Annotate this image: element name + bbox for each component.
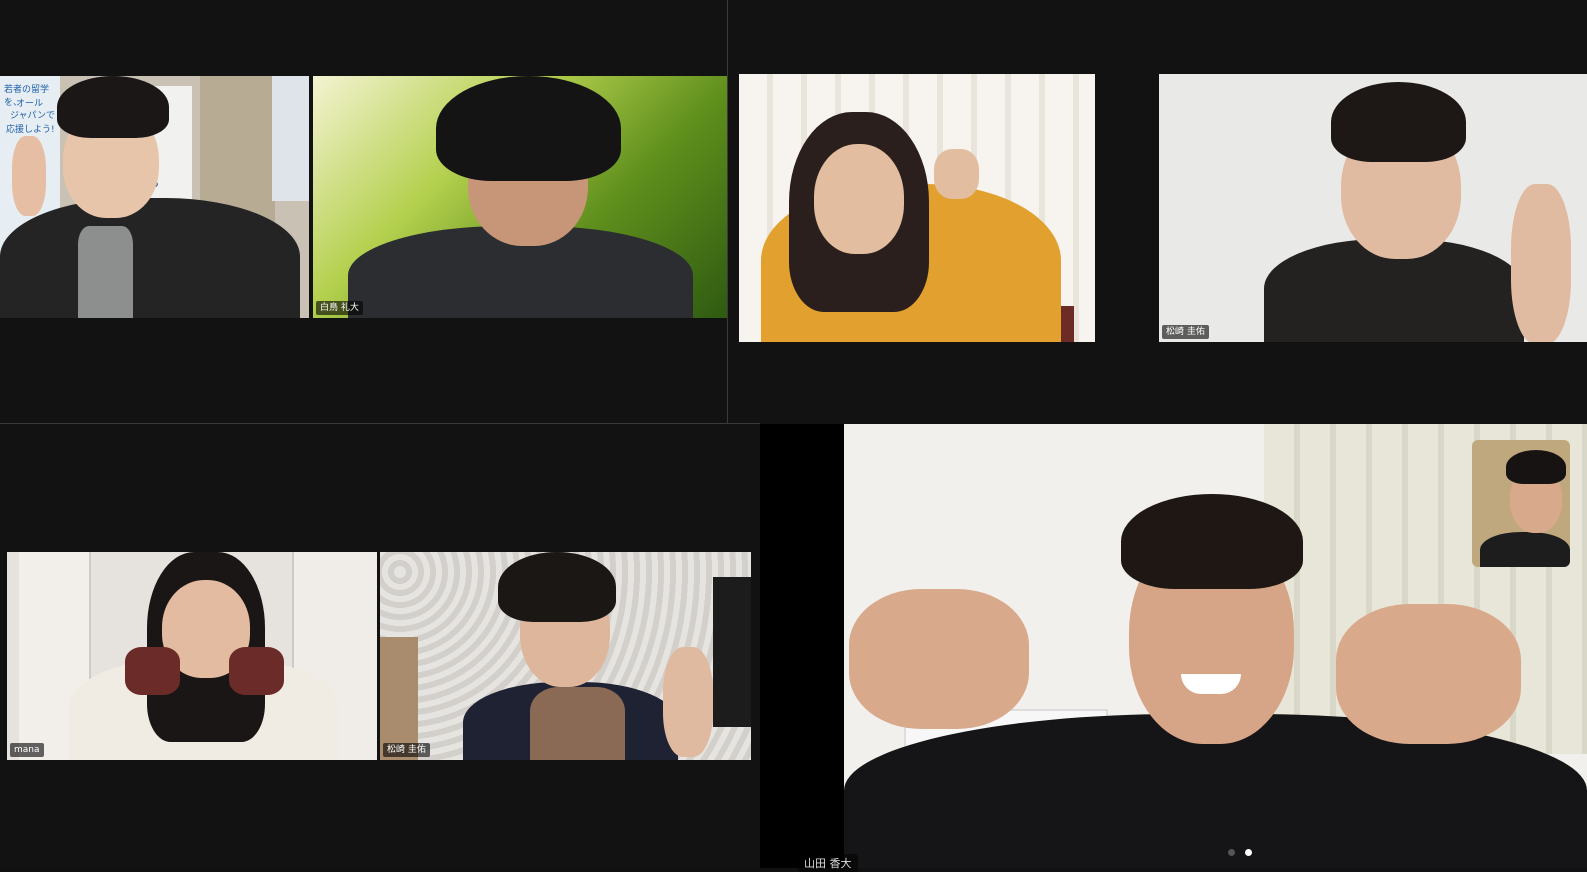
- self-view-thumbnail[interactable]: [1472, 440, 1570, 567]
- peace-hand: [229, 647, 284, 695]
- peace-hand: [12, 136, 46, 216]
- participant: [739, 74, 1095, 342]
- participant: [1159, 74, 1587, 342]
- participant-name: 松崎 圭佑: [1162, 325, 1209, 339]
- speaker-name-label: 山田 香大: [798, 854, 858, 872]
- peace-hand: [934, 149, 979, 199]
- page-indicator[interactable]: [1228, 849, 1252, 856]
- participant: [380, 552, 751, 760]
- page-dot[interactable]: [1228, 849, 1235, 856]
- participant-face: [814, 144, 904, 254]
- peace-hand: [849, 589, 1029, 729]
- participant-hair: [498, 552, 616, 622]
- participant: [7, 552, 377, 760]
- video-tile[interactable]: 松崎 圭佑: [380, 552, 751, 760]
- page-dot-active[interactable]: [1245, 849, 1252, 856]
- video-tile[interactable]: 若者の留学を、 オール ジャパンで 応援しよう! 0。: [0, 76, 309, 318]
- participant: [313, 76, 727, 318]
- gallery-panel-bottom-left: mana 松崎 圭佑: [0, 424, 760, 868]
- video-tile[interactable]: 松崎 圭佑: [1159, 74, 1587, 342]
- peace-hand: [1511, 184, 1571, 342]
- peace-hand: [1336, 604, 1521, 744]
- video-tile[interactable]: 白鳥 礼大: [313, 76, 727, 318]
- peace-hand: [125, 647, 180, 695]
- participant-hair: [1331, 82, 1466, 162]
- participant: [0, 76, 309, 318]
- gallery-panel-top-right: 松崎 圭佑: [728, 0, 1587, 423]
- participant-hair: [57, 76, 169, 138]
- video-tile[interactable]: [739, 74, 1095, 342]
- gallery-panel-top-left: 若者の留学を、 オール ジャパンで 応援しよう! 0。 白鳥 礼大: [0, 0, 727, 423]
- participant-body: [1480, 532, 1570, 567]
- participant-name: 白鳥 礼大: [316, 301, 363, 315]
- participant-shirt: [530, 687, 625, 760]
- participant-shirt: [78, 226, 133, 318]
- participant-name: mana: [10, 743, 44, 757]
- participant-hair: [1506, 450, 1566, 484]
- participant-hair: [436, 76, 621, 181]
- participant-hair: [1121, 494, 1303, 589]
- participant-body: [0, 198, 300, 318]
- peace-hand: [663, 647, 713, 757]
- speaker-panel: [760, 424, 1587, 868]
- video-tile[interactable]: mana: [7, 552, 377, 760]
- active-speaker-video[interactable]: [844, 424, 1587, 868]
- participant-name: 松崎 圭佑: [383, 743, 430, 757]
